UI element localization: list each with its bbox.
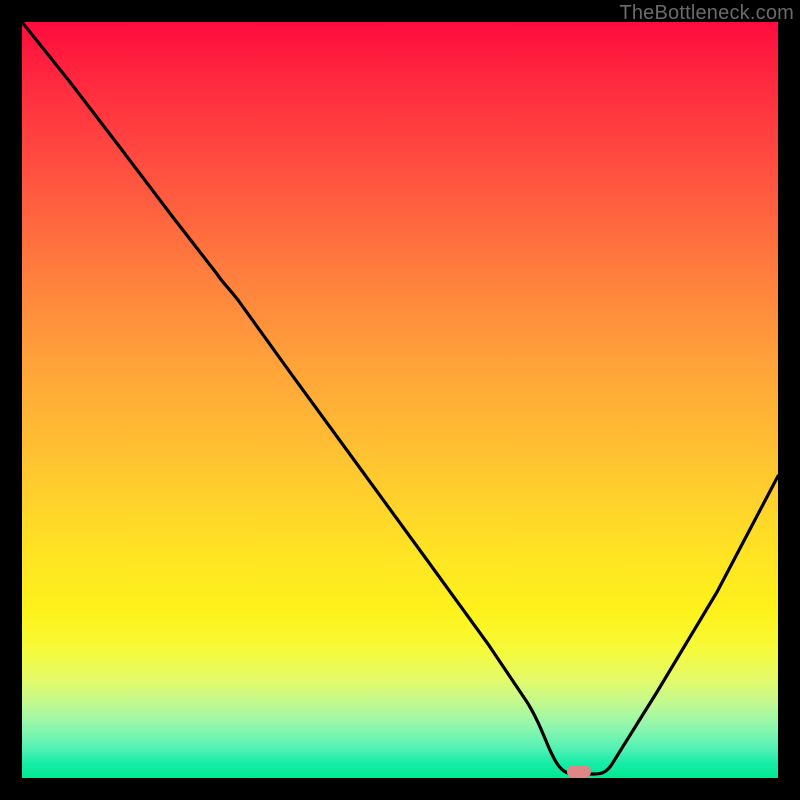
bottleneck-curve [22,22,778,778]
chart-frame [22,22,778,778]
curve-path [22,22,778,774]
watermark-text: TheBottleneck.com [619,2,794,25]
optimal-point-marker [567,765,591,778]
